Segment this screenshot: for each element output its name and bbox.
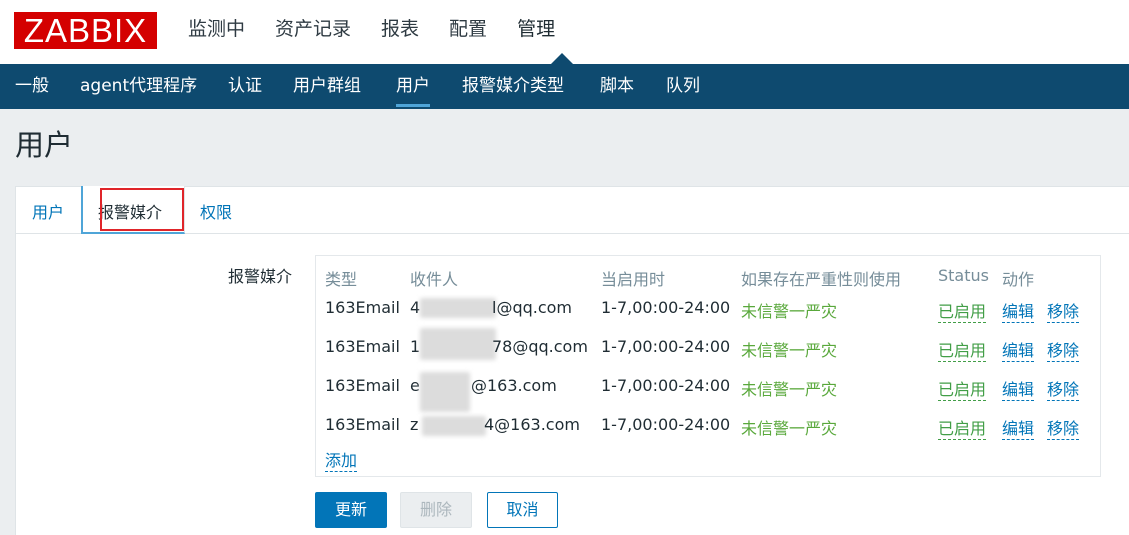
tab-media[interactable]: 报警媒介 [81, 186, 185, 234]
row-edit-link[interactable]: 编辑 [1002, 376, 1035, 401]
row-when-active: 1-7,00:00-24:00 [601, 376, 731, 395]
row-sendto-start: e [410, 376, 420, 395]
row-sendto-end: 4@163.com [484, 415, 580, 434]
row-when-active: 1-7,00:00-24:00 [601, 337, 731, 356]
main-nav-reports[interactable]: 报表 [381, 16, 419, 42]
tab-media-label: 报警媒介 [98, 203, 163, 222]
sub-nav-proxies[interactable]: agent代理程序 [80, 74, 197, 98]
sub-nav-scripts[interactable]: 脚本 [600, 74, 634, 98]
media-field-label: 报警媒介 [228, 267, 293, 286]
add-media-link[interactable]: 添加 [325, 447, 358, 472]
col-header-when-active: 当启用时 [601, 270, 666, 289]
sub-nav-users-label: 用户 [396, 76, 430, 96]
sub-nav-queue[interactable]: 队列 [666, 74, 700, 98]
row-severity: 未信警一严灾 [741, 302, 838, 321]
row-sendto-end: l@qq.com [492, 298, 573, 317]
redaction-blur [420, 328, 496, 360]
zabbix-logo[interactable]: ZABBIX [14, 12, 157, 49]
row-remove-link[interactable]: 移除 [1047, 298, 1080, 323]
row-sendto-start: 1 [410, 337, 421, 356]
tab-permissions[interactable]: 权限 [200, 199, 232, 223]
row-when-active: 1-7,00:00-24:00 [601, 415, 731, 434]
sub-nav-user-groups[interactable]: 用户群组 [293, 74, 361, 98]
sub-nav-user-groups-label: 用户群组 [293, 76, 361, 96]
row-status-link[interactable]: 已启用 [938, 298, 987, 323]
row-type: 163Email [325, 415, 400, 434]
redaction-blur [422, 416, 486, 436]
col-header-status: Status [938, 266, 989, 285]
row-type: 163Email [325, 298, 400, 317]
update-button[interactable]: 更新 [315, 492, 387, 528]
col-header-type: 类型 [325, 270, 358, 289]
row-sendto-end: 78@qq.com [492, 337, 588, 356]
col-header-severity: 如果存在严重性则使用 [741, 270, 902, 289]
row-edit-link[interactable]: 编辑 [1002, 415, 1035, 440]
sub-nav-media-types[interactable]: 报警媒介类型 [462, 74, 564, 98]
col-header-action: 动作 [1002, 270, 1035, 289]
sub-nav-general[interactable]: 一般 [15, 74, 49, 98]
row-sendto-start: z [410, 415, 419, 434]
sub-nav-users[interactable]: 用户 [396, 74, 430, 107]
cancel-button[interactable]: 取消 [487, 492, 558, 528]
row-remove-link[interactable]: 移除 [1047, 415, 1080, 440]
active-nav-indicator [551, 53, 573, 64]
top-header: ZABBIX 监测中 资产记录 报表 配置 管理 [0, 0, 1129, 64]
row-severity: 未信警一严灾 [741, 380, 838, 399]
row-remove-link[interactable]: 移除 [1047, 376, 1080, 401]
tab-user[interactable]: 用户 [32, 199, 64, 223]
row-type: 163Email [325, 376, 400, 395]
row-sendto-end: @163.com [471, 376, 557, 395]
logo-text: ZABBIX [23, 12, 148, 49]
row-edit-link[interactable]: 编辑 [1002, 298, 1035, 323]
sub-nav-proxies-label: agent代理程序 [80, 76, 198, 96]
row-remove-link[interactable]: 移除 [1047, 337, 1080, 362]
row-severity: 未信警一严灾 [741, 341, 838, 360]
row-when-active: 1-7,00:00-24:00 [601, 298, 731, 317]
row-sendto-start: 4 [410, 298, 421, 317]
row-status-link[interactable]: 已启用 [938, 415, 987, 440]
sub-nav-scripts-label: 脚本 [600, 76, 634, 96]
sub-nav-authentication-label: 认证 [228, 76, 262, 96]
row-status-link[interactable]: 已启用 [938, 337, 987, 362]
col-header-sendto: 收件人 [410, 270, 459, 289]
row-status-link[interactable]: 已启用 [938, 376, 987, 401]
row-severity: 未信警一严灾 [741, 419, 838, 438]
sub-nav-general-label: 一般 [15, 76, 49, 96]
media-table: 类型 收件人 当启用时 如果存在严重性则使用 Status 动作 163Emai… [315, 255, 1101, 477]
main-nav-inventory[interactable]: 资产记录 [275, 16, 351, 42]
sub-nav: 一般 agent代理程序 认证 用户群组 用户 报警媒介类型 脚本 队列 [0, 64, 1129, 109]
sub-nav-authentication[interactable]: 认证 [228, 74, 262, 98]
redaction-blur [420, 372, 470, 412]
active-sub-nav-underline [396, 104, 430, 107]
sub-nav-queue-label: 队列 [666, 76, 700, 96]
row-edit-link[interactable]: 编辑 [1002, 337, 1035, 362]
page-title: 用户 [15, 128, 74, 162]
redaction-blur [420, 298, 496, 318]
delete-button[interactable]: 删除 [400, 492, 472, 528]
main-nav-monitoring[interactable]: 监测中 [188, 16, 245, 42]
main-nav: 监测中 资产记录 报表 配置 管理 [188, 16, 585, 42]
row-type: 163Email [325, 337, 400, 356]
form-tabs: 用户 报警媒介 权限 [16, 186, 1129, 234]
main-nav-administration[interactable]: 管理 [517, 16, 555, 42]
main-nav-configuration[interactable]: 配置 [449, 16, 487, 42]
sub-nav-media-types-label: 报警媒介类型 [462, 76, 564, 96]
